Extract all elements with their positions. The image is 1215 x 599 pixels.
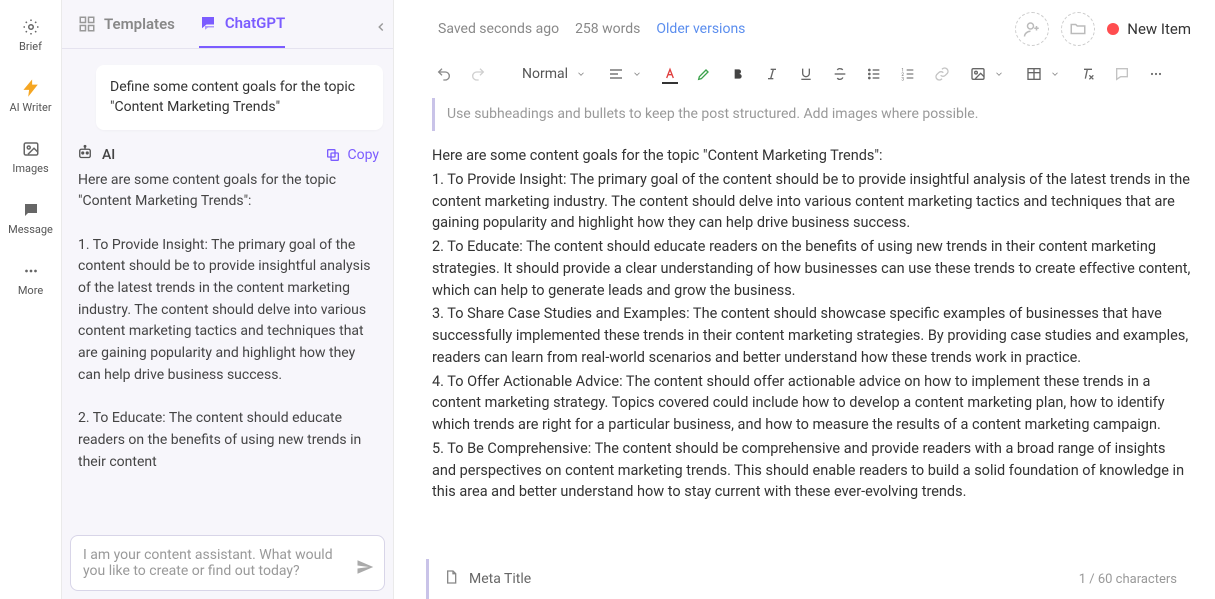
- document-body[interactable]: Use subheadings and bullets to keep the …: [394, 98, 1215, 551]
- table-insert-select[interactable]: [1018, 66, 1068, 82]
- doc-paragraph: 2. To Educate: The content should educat…: [432, 236, 1191, 301]
- status-dot-icon: [1107, 23, 1119, 35]
- align-select[interactable]: [600, 66, 650, 82]
- copy-label: Copy: [347, 147, 379, 163]
- meta-char-count: 1 / 60 characters: [1079, 572, 1177, 587]
- tab-chatgpt[interactable]: ChatGPT: [199, 14, 285, 48]
- rail-message[interactable]: Message: [0, 197, 61, 240]
- older-versions-link[interactable]: Older versions: [656, 21, 745, 37]
- clear-format-button[interactable]: [1074, 60, 1102, 88]
- chat-input-placeholder: I am your content assistant. What would …: [83, 547, 344, 579]
- bullet-list-button[interactable]: [860, 60, 888, 88]
- image-insert-select[interactable]: [962, 66, 1012, 82]
- svg-text:3: 3: [901, 77, 904, 82]
- rail-ai-writer[interactable]: AI Writer: [0, 75, 61, 118]
- tab-label: Templates: [104, 15, 175, 33]
- chevron-down-icon: [576, 69, 586, 79]
- undo-button[interactable]: [430, 60, 458, 88]
- bold-button[interactable]: [724, 60, 752, 88]
- tab-templates[interactable]: Templates: [78, 15, 175, 47]
- chevron-down-icon: [1050, 69, 1060, 79]
- ai-label: AI: [102, 147, 115, 163]
- meta-title-label: Meta Title: [469, 571, 531, 587]
- editor-toolbar: Normal 123: [394, 50, 1215, 98]
- rail-label: Message: [8, 223, 53, 236]
- copy-button[interactable]: Copy: [325, 147, 379, 163]
- saved-status: Saved seconds ago: [438, 21, 559, 37]
- rail-label: AI Writer: [9, 101, 51, 114]
- paragraph-style-label: Normal: [522, 66, 568, 82]
- more-toolbar-button[interactable]: [1142, 60, 1170, 88]
- doc-paragraph: 3. To Share Case Studies and Examples: T…: [432, 303, 1191, 368]
- rail-brief[interactable]: Brief: [0, 14, 61, 57]
- meta-title-row[interactable]: Meta Title 1 / 60 characters: [426, 559, 1191, 599]
- underline-button[interactable]: [792, 60, 820, 88]
- chat-tabs: Templates ChatGPT: [62, 0, 393, 49]
- document-icon: [443, 569, 459, 589]
- structure-hint: Use subheadings and bullets to keep the …: [432, 98, 1191, 131]
- editor-topbar: Saved seconds ago 258 words Older versio…: [394, 0, 1215, 50]
- chat-panel: Templates ChatGPT Define some content go…: [62, 0, 394, 599]
- tab-label: ChatGPT: [225, 14, 285, 32]
- rail-images[interactable]: Images: [0, 136, 61, 179]
- chevron-down-icon: [994, 69, 1004, 79]
- doc-paragraph: 1. To Provide Insight: The primary goal …: [432, 169, 1191, 234]
- strikethrough-button[interactable]: [826, 60, 854, 88]
- highlight-button[interactable]: [690, 60, 718, 88]
- word-count: 258 words: [575, 21, 640, 37]
- doc-paragraph: 4. To Offer Actionable Advice: The conte…: [432, 371, 1191, 436]
- redo-button[interactable]: [464, 60, 492, 88]
- ai-message: Here are some content goals for the topi…: [72, 166, 383, 478]
- rail-more[interactable]: More: [0, 258, 61, 301]
- new-item-button[interactable]: New Item: [1107, 20, 1191, 38]
- collapse-panel-button[interactable]: [368, 14, 394, 40]
- link-button[interactable]: [928, 60, 956, 88]
- ai-message-header: AI Copy: [72, 144, 383, 166]
- robot-icon: [76, 144, 94, 166]
- comment-button[interactable]: [1108, 60, 1136, 88]
- italic-button[interactable]: [758, 60, 786, 88]
- nav-rail: Brief AI Writer Images Message More: [0, 0, 62, 599]
- paragraph-style-select[interactable]: Normal: [514, 66, 594, 82]
- doc-paragraph: 5. To Be Comprehensive: The content shou…: [432, 438, 1191, 503]
- rail-label: Brief: [19, 40, 42, 53]
- numbered-list-button[interactable]: 123: [894, 60, 922, 88]
- add-folder-button[interactable]: [1061, 12, 1095, 46]
- chat-scroll[interactable]: Define some content goals for the topic …: [62, 49, 393, 531]
- doc-paragraph: Here are some content goals for the topi…: [432, 145, 1191, 167]
- rail-label: Images: [12, 162, 48, 175]
- editor-pane: Saved seconds ago 258 words Older versio…: [394, 0, 1215, 599]
- text-color-button[interactable]: [656, 60, 684, 88]
- user-message: Define some content goals for the topic …: [96, 65, 383, 130]
- new-item-label: New Item: [1127, 20, 1191, 38]
- chat-input[interactable]: I am your content assistant. What would …: [70, 535, 385, 591]
- send-icon[interactable]: [356, 558, 374, 580]
- rail-label: More: [18, 284, 43, 297]
- chevron-down-icon: [632, 69, 642, 79]
- add-collaborator-button[interactable]: [1015, 12, 1049, 46]
